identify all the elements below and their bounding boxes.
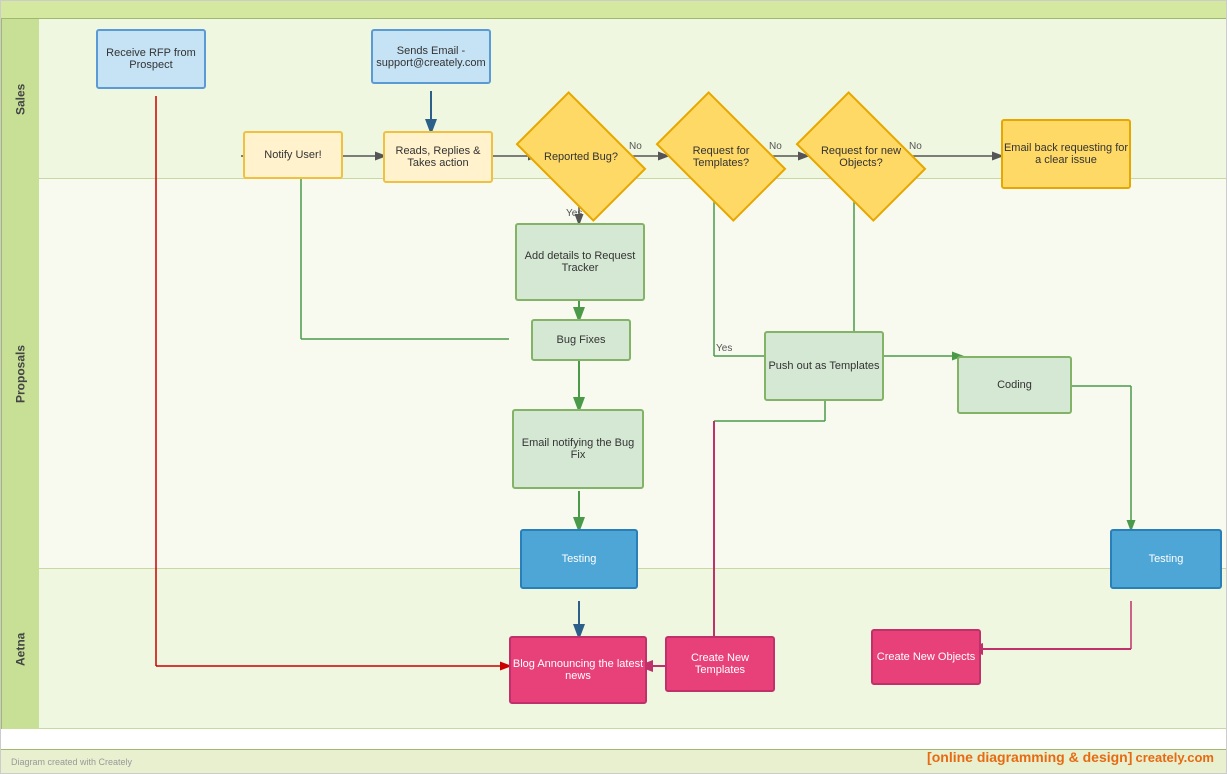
reported-bug-diamond: Reported Bug? <box>526 119 636 194</box>
receive-rfp-shape: Receive RFP from Prospect <box>96 29 206 89</box>
request-objects-diamond: Request for new Objects? <box>806 119 916 194</box>
email-notifying-shape: Email notifying the Bug Fix <box>512 409 644 489</box>
create-objects-shape: Create New Objects <box>871 629 981 685</box>
blog-announcing-shape: Blog Announcing the latest news <box>509 636 647 704</box>
request-templates-diamond: Request for Templates? <box>666 119 776 194</box>
testing-left-shape: Testing <box>520 529 638 589</box>
notify-user-shape: Notify User! <box>243 131 343 179</box>
sends-email-shape: Sends Email - support@creately.com <box>371 29 491 84</box>
email-back-shape: Email back requesting for a clear issue <box>1001 119 1131 189</box>
testing-right-shape: Testing <box>1110 529 1222 589</box>
lane-label-sales: Sales <box>1 19 39 179</box>
watermark: [online diagramming & design] creately.c… <box>927 749 1214 765</box>
lane-label-aetna: Aetna <box>1 569 39 729</box>
diagram-container: Sales Proposals Aetna <box>0 0 1227 774</box>
create-templates-shape: Create New Templates <box>665 636 775 692</box>
coding-shape: Coding <box>957 356 1072 414</box>
reads-replies-shape: Reads, Replies & Takes action <box>383 131 493 183</box>
bug-fixes-shape: Bug Fixes <box>531 319 631 361</box>
push-out-shape: Push out as Templates <box>764 331 884 401</box>
lane-label-proposals: Proposals <box>1 179 39 569</box>
header-row <box>1 1 1226 19</box>
add-details-shape: Add details to Request Tracker <box>515 223 645 301</box>
